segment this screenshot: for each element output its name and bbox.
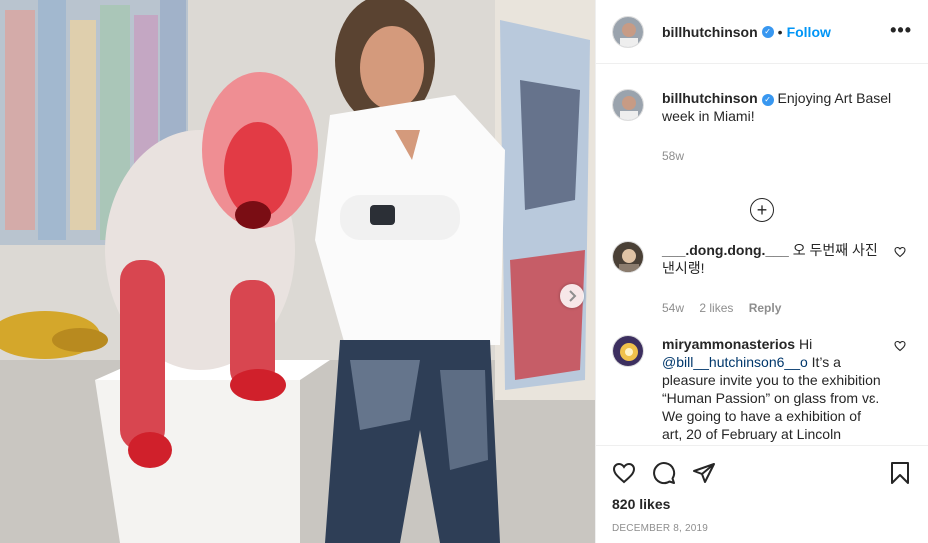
commenter-avatar[interactable] [612, 335, 644, 367]
share-icon[interactable] [692, 461, 716, 485]
photo-illustration [0, 0, 595, 543]
comment-icon[interactable] [652, 461, 676, 485]
comment-item: miryammonasterios Hi @bill__hutchinson6_… [612, 335, 912, 445]
reply-button[interactable]: Reply [749, 301, 782, 315]
follow-button[interactable]: Follow [787, 24, 831, 40]
post-actions: 820 likes DECEMBER 8, 2019 [596, 445, 928, 543]
caption-username[interactable]: billhutchinson [662, 90, 758, 106]
comment-text-greeting: Hi [798, 336, 813, 352]
caption-meta: 58w [662, 147, 897, 165]
post-header: billhutchinson ✓ • Follow ••• [596, 0, 928, 64]
bookmark-icon[interactable] [888, 461, 912, 485]
comment-body: ___.dong.dong.___ 오 두번째 사진 낸시랭! 54w 2 li… [662, 241, 882, 317]
verified-badge: ✓ [761, 25, 774, 38]
heart-icon[interactable] [612, 461, 636, 485]
more-options-icon[interactable]: ••• [890, 20, 912, 41]
action-bar [612, 446, 912, 496]
comment-body: miryammonasterios Hi @bill__hutchinson6_… [662, 335, 882, 445]
caption-body: billhutchinson ✓ Enjoying Art Basel week … [662, 89, 897, 165]
commenter-username[interactable]: miryammonasterios [662, 336, 795, 352]
commenter-avatar[interactable] [612, 241, 644, 273]
comment-mention-link[interactable]: @bill__hutchinson6__o [662, 354, 808, 370]
author-avatar[interactable] [612, 15, 644, 48]
comment-meta: 54w 2 likes Reply [662, 299, 882, 317]
likes-count[interactable]: 820 likes [612, 496, 912, 512]
chevron-right-icon [569, 290, 577, 302]
comment-time[interactable]: 54w [662, 301, 684, 315]
like-comment-icon[interactable] [894, 245, 906, 261]
post-photo[interactable] [0, 0, 595, 543]
separator-dot: • [777, 23, 783, 40]
verified-badge: ✓ [761, 94, 774, 106]
next-photo-button[interactable] [560, 284, 584, 308]
comment-likes[interactable]: 2 likes [699, 301, 733, 315]
load-more-comments-button[interactable]: + [750, 198, 774, 222]
post-sidebar: billhutchinson ✓ • Follow ••• billhutchi… [595, 0, 928, 543]
post-date[interactable]: DECEMBER 8, 2019 [612, 523, 912, 534]
post-caption: billhutchinson ✓ Enjoying Art Basel week … [612, 65, 912, 165]
comments-section[interactable]: billhutchinson ✓ Enjoying Art Basel week … [596, 65, 928, 445]
caption-avatar[interactable] [612, 89, 644, 121]
caption-time[interactable]: 58w [662, 149, 684, 163]
like-comment-icon[interactable] [894, 339, 906, 355]
commenter-username[interactable]: ___.dong.dong.___ [662, 242, 789, 258]
author-username[interactable]: billhutchinson [662, 24, 758, 40]
comment-item: ___.dong.dong.___ 오 두번째 사진 낸시랭! 54w 2 li… [612, 241, 912, 317]
